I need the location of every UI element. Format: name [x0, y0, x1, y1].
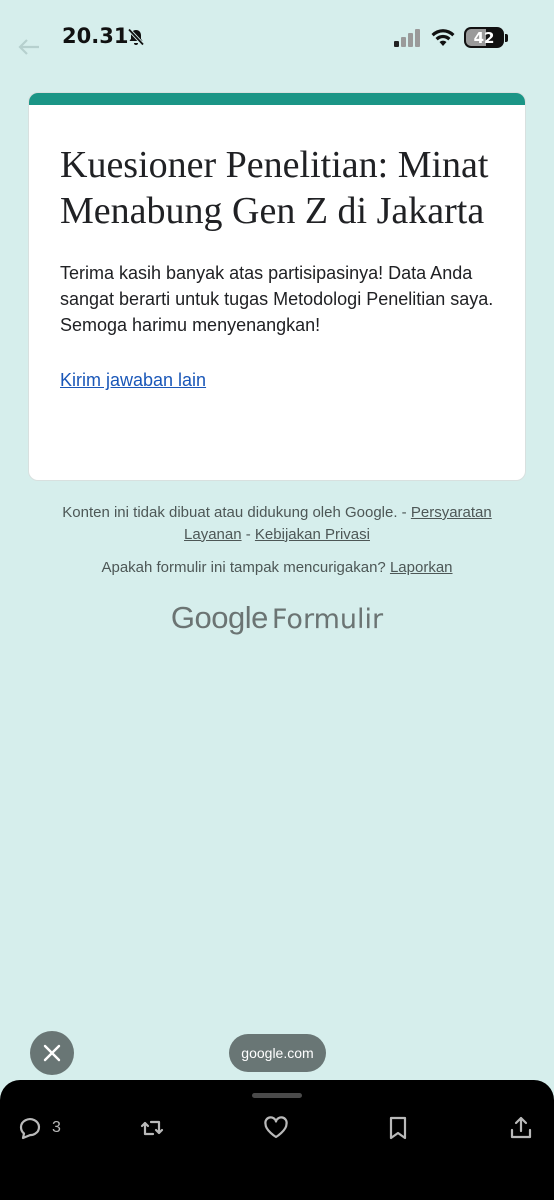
logo-product: Formulir [271, 604, 384, 635]
url-pill[interactable]: google.com [229, 1034, 326, 1072]
like-button[interactable] [262, 1113, 290, 1143]
bell-muted-icon [127, 28, 145, 46]
close-icon [43, 1044, 61, 1062]
reply-icon [19, 1118, 41, 1140]
card-accent-bar [29, 93, 525, 105]
reply-button[interactable]: 3 [16, 1113, 61, 1143]
form-footer: Konten ini tidak dibuat atau didukung ol… [40, 502, 514, 578]
bottom-action-bar: 3 [0, 1080, 554, 1200]
status-time: 20.31 [62, 24, 129, 48]
report-line: Apakah formulir ini tampak mencurigakan?… [101, 558, 453, 576]
signal-icon [394, 29, 420, 47]
drag-handle[interactable] [252, 1093, 302, 1098]
bookmark-icon [389, 1116, 407, 1140]
back-arrow-icon [18, 39, 39, 55]
bookmark-button[interactable] [384, 1113, 412, 1143]
close-browser-button[interactable] [30, 1031, 74, 1075]
form-confirmation-card: Kuesioner Penelitian: Minat Menabung Gen… [28, 92, 526, 481]
privacy-link[interactable]: Kebijakan Privasi [255, 526, 370, 543]
reply-count: 3 [52, 1119, 61, 1136]
logo-brand: Google [170, 600, 268, 635]
google-forms-logo[interactable]: Google Formulir [0, 600, 554, 636]
form-title: Kuesioner Penelitian: Minat Menabung Gen… [60, 144, 489, 232]
submit-another-response-link[interactable]: Kirim jawaban lain [60, 370, 206, 391]
heart-icon [264, 1116, 288, 1139]
repost-button[interactable] [138, 1113, 166, 1143]
share-button[interactable] [507, 1113, 535, 1143]
report-link[interactable]: Laporkan [390, 559, 453, 576]
confirmation-message: Terima kasih banyak atas partisipasinya!… [60, 263, 494, 336]
battery-indicator: 42 [464, 27, 504, 48]
disclaimer: Konten ini tidak dibuat atau didukung ol… [62, 504, 492, 543]
wifi-icon [431, 29, 455, 46]
repost-icon [140, 1120, 164, 1136]
status-bar: 20.31 42 [0, 0, 554, 76]
share-icon [510, 1116, 532, 1139]
